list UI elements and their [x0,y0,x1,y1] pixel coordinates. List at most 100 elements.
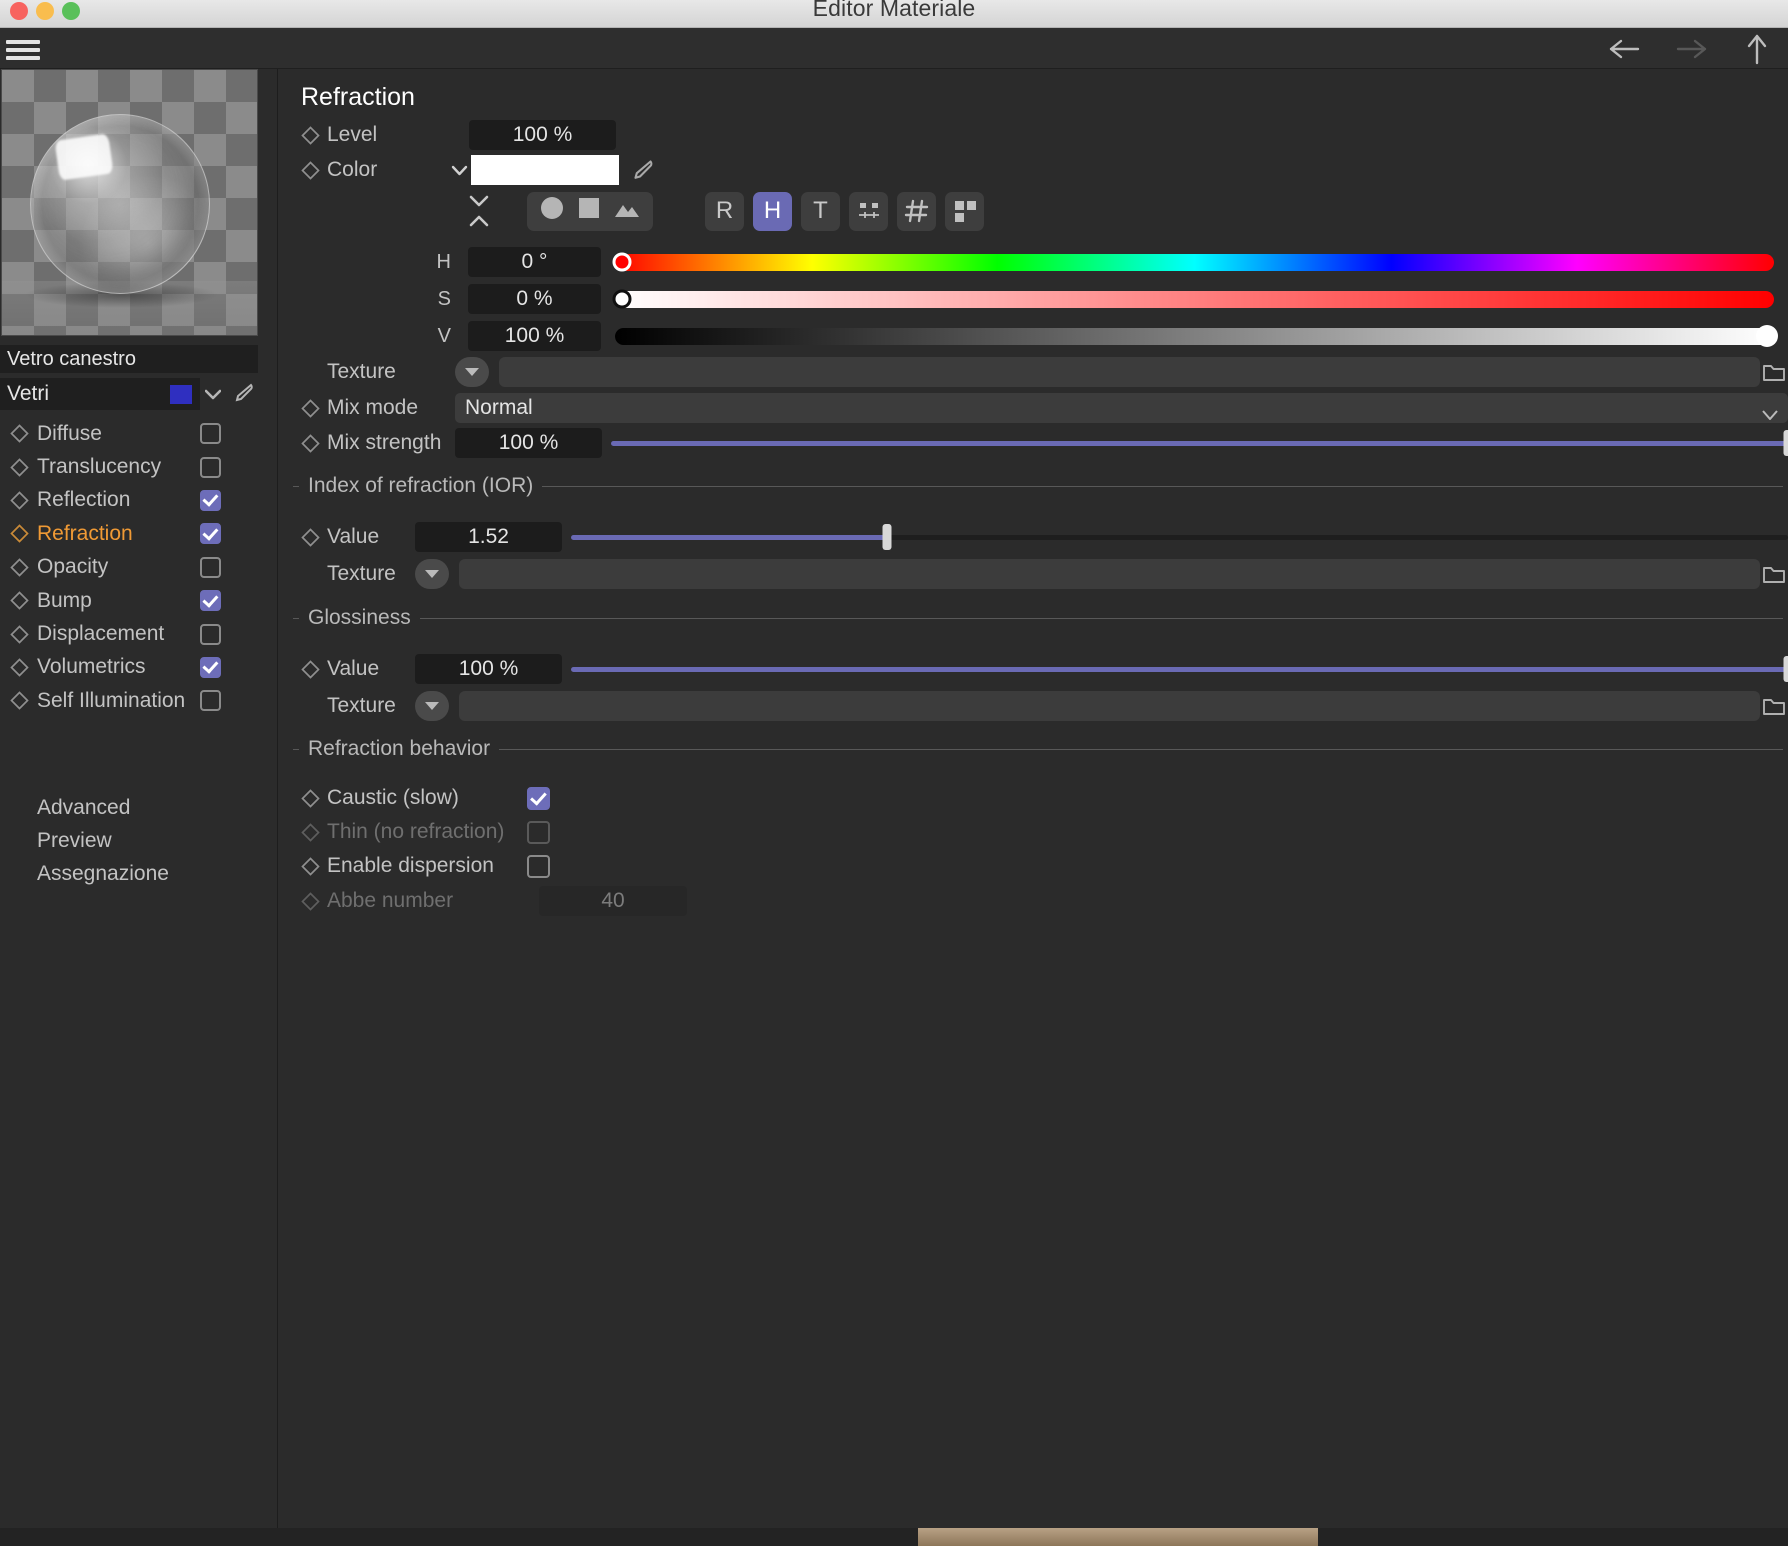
material-group-field[interactable]: Vetri [0,378,200,410]
bottom-strip [0,1528,1788,1546]
texture-dropdown-button[interactable] [455,357,489,387]
diamond-icon[interactable] [4,524,34,544]
channel-item-diffuse[interactable]: Diffuse [0,417,278,450]
diamond-icon[interactable] [293,398,327,418]
ior-slider-thumb[interactable] [882,524,892,550]
refraction-panel: Refraction Level 100 % Color R H T H 0 °… [279,69,1788,1546]
sliders-icon[interactable] [849,191,888,231]
diamond-icon[interactable] [293,160,327,180]
hash-icon[interactable] [897,191,936,231]
color-texture-field[interactable] [499,357,1760,387]
channel-item-reflection[interactable]: Reflection [0,484,278,517]
forward-button[interactable] [1674,32,1708,66]
level-value-field[interactable]: 100 % [469,120,616,150]
hue-gradient-slider[interactable] [612,252,1774,272]
value-slider-knob[interactable] [1756,325,1779,347]
channel-item-refraction[interactable]: Refraction [0,517,278,550]
diamond-icon[interactable] [4,624,34,644]
material-preview-thumbnail[interactable] [1,69,258,336]
hue-value-field[interactable]: 0 ° [468,247,601,277]
hamburger-menu-icon[interactable] [4,36,42,62]
chevron-down-icon[interactable] [447,165,471,176]
diamond-icon[interactable] [4,457,34,477]
folder-icon[interactable] [1760,362,1788,383]
saturation-gradient-slider[interactable] [612,289,1774,309]
color-mode-button-r[interactable]: R [705,191,744,231]
diamond-icon[interactable] [293,788,327,808]
eyedropper-icon[interactable] [619,157,665,184]
ior-value-field[interactable]: 1.52 [415,522,562,552]
diamond-icon[interactable] [4,591,34,610]
color-texture-row: Texture [293,357,1788,387]
square-icon[interactable] [576,195,602,227]
diamond-icon[interactable] [293,527,327,547]
glossiness-texture-field[interactable] [459,691,1760,721]
channel-checkbox[interactable] [200,489,221,511]
sidebar-item-assegnazione[interactable]: Assegnazione [0,858,278,891]
channel-item-bump[interactable]: Bump [0,584,278,617]
mix-strength-slider[interactable] [611,428,1788,458]
mix-mode-row: Mix mode Normal [293,393,1788,423]
saturation-value-field[interactable]: 0 % [468,284,601,314]
channel-item-volumetrics[interactable]: Volumetrics [0,651,278,684]
material-name-field[interactable]: Vetro canestro [0,345,258,373]
color-swatch[interactable] [471,155,619,185]
value-slider-row: V 100 % [429,321,1779,351]
glossiness-slider-thumb[interactable] [1783,656,1788,682]
diamond-icon[interactable] [4,424,34,443]
circle-icon[interactable] [539,195,565,227]
up-button[interactable] [1740,32,1774,66]
channel-item-self-illumination[interactable]: Self Illumination [0,684,278,717]
channel-checkbox[interactable] [200,656,221,678]
diamond-icon[interactable] [293,659,327,679]
mix-strength-slider-thumb[interactable] [1783,430,1788,456]
ior-slider[interactable] [571,522,1788,552]
diamond-icon[interactable] [293,433,327,453]
mix-strength-value-field[interactable]: 100 % [455,428,602,458]
material-group-color-swatch[interactable] [170,385,192,404]
collapse-expand-icon[interactable] [455,191,503,231]
diamond-icon[interactable] [4,558,34,577]
eyedropper-icon[interactable] [226,378,260,410]
channel-checkbox[interactable] [200,523,221,545]
channel-item-opacity[interactable]: Opacity [0,551,278,584]
color-mode-button-h[interactable]: H [753,191,792,231]
channel-checkbox[interactable] [200,623,221,645]
chevron-down-icon[interactable] [200,378,226,410]
ior-texture-dropdown-button[interactable] [415,559,449,589]
dispersion-checkbox[interactable] [527,854,550,878]
channel-checkbox[interactable] [200,456,221,478]
channel-checkbox[interactable] [200,590,221,612]
hue-label: H [436,250,451,273]
image-icon[interactable] [613,195,641,227]
folder-icon[interactable] [1760,564,1788,585]
color-mode-button-t[interactable]: T [801,191,840,231]
diamond-icon[interactable] [4,491,34,510]
ior-texture-field[interactable] [459,559,1760,589]
glossiness-slider[interactable] [571,654,1788,684]
value-gradient-slider[interactable] [615,325,1779,347]
channel-checkbox[interactable] [200,690,221,712]
saturation-label: S [437,287,451,310]
back-button[interactable] [1608,32,1642,66]
saturation-slider-knob[interactable] [612,289,632,309]
diamond-icon[interactable] [293,125,327,145]
sidebar-item-advanced[interactable]: Advanced [0,791,278,824]
channel-item-displacement[interactable]: Displacement [0,617,278,650]
grid-swatches-icon[interactable] [945,191,984,231]
channel-item-translucency[interactable]: Translucency [0,450,278,483]
glossiness-value-field[interactable]: 100 % [415,654,562,684]
channel-checkbox[interactable] [200,556,221,578]
folder-icon[interactable] [1760,696,1788,717]
diamond-icon[interactable] [4,691,34,711]
sidebar-item-preview[interactable]: Preview [0,824,278,857]
mix-mode-select[interactable]: Normal [455,393,1788,423]
glossiness-texture-dropdown-button[interactable] [415,691,449,721]
caustic-checkbox[interactable] [527,786,550,810]
channel-checkbox[interactable] [200,423,221,445]
diamond-icon[interactable] [293,856,327,876]
material-editor-window: Editor Materiale Vetro canestro Vetri Di… [0,0,1788,1546]
diamond-icon[interactable] [4,658,34,677]
value-value-field[interactable]: 100 % [468,321,601,351]
hue-slider-knob[interactable] [612,252,632,272]
